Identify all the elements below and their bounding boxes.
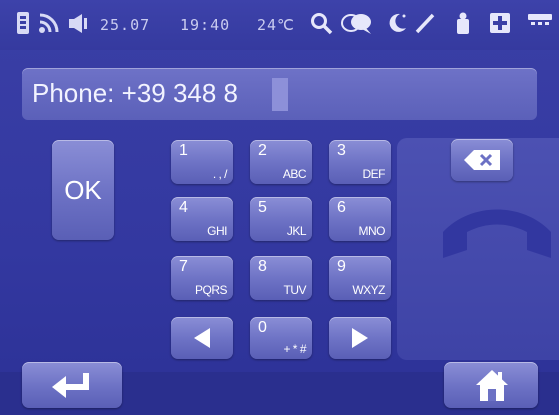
key-7-letters: PQRS: [194, 283, 228, 297]
return-icon: [52, 373, 89, 398]
key-8-letters: TUV: [283, 283, 307, 297]
key-0-letters: + * #: [283, 342, 306, 356]
key-5-number: 5: [258, 199, 267, 216]
status-time: 19:40: [180, 16, 231, 34]
key-9-letters: WXYZ: [352, 283, 385, 297]
key-2[interactable]: 2 ABC: [250, 140, 312, 184]
key-6-number: 6: [337, 199, 346, 216]
right-arrow-icon: [352, 328, 368, 348]
key-2-number: 2: [258, 142, 267, 159]
key-0-number: 0: [258, 319, 267, 336]
key-4[interactable]: 4 GHI: [171, 197, 233, 241]
phone-battery-icon[interactable]: [14, 10, 34, 36]
phone-handset-icon[interactable]: [435, 188, 559, 303]
key-6-letters: MNO: [358, 224, 386, 238]
key-8[interactable]: 8 TUV: [250, 256, 312, 300]
text-cursor: [272, 78, 288, 111]
backspace-icon: [464, 150, 500, 170]
ok-button[interactable]: OK: [52, 140, 114, 240]
key-1[interactable]: 1 . , /: [171, 140, 233, 184]
edit-icon[interactable]: [412, 10, 438, 36]
left-arrow-icon: [194, 328, 210, 348]
microphone-icon[interactable]: [452, 10, 474, 36]
key-9-number: 9: [337, 258, 346, 275]
ok-label: OK: [64, 175, 102, 205]
key-2-letters: ABC: [282, 167, 307, 181]
phone-number-display[interactable]: Phone: +39 348 8: [22, 68, 537, 120]
screen: 25.07 19:40 24℃ Phone: +39 348 8 OK 1 . …: [0, 0, 559, 415]
wifi-signal-icon[interactable]: [36, 10, 62, 36]
backspace-button[interactable]: [451, 139, 513, 181]
plus-icon[interactable]: [488, 10, 512, 36]
key-1-number: 1: [179, 142, 188, 159]
return-button[interactable]: [22, 362, 122, 408]
key-9[interactable]: 9 WXYZ: [329, 256, 391, 300]
speaker-icon[interactable]: [65, 10, 91, 36]
home-icon: [476, 370, 508, 401]
chat-icon[interactable]: [340, 10, 374, 36]
key-7-number: 7: [179, 258, 188, 275]
night-mode-icon[interactable]: [384, 10, 410, 36]
key-4-letters: GHI: [207, 224, 227, 238]
cursor-right-button[interactable]: [329, 317, 391, 359]
phone-number-text: Phone: +39 348 8: [32, 78, 239, 108]
cursor-left-button[interactable]: [171, 317, 233, 359]
status-date: 25.07: [100, 16, 151, 34]
search-icon[interactable]: [308, 10, 334, 36]
menu-icon[interactable]: [526, 10, 554, 36]
home-button[interactable]: [444, 362, 538, 408]
key-0[interactable]: 0 + * #: [250, 317, 312, 359]
key-7[interactable]: 7 PQRS: [171, 256, 233, 300]
key-5-letters: JKL: [286, 224, 307, 238]
key-1-letters: . , /: [212, 167, 228, 181]
key-8-number: 8: [258, 258, 267, 275]
key-3-number: 3: [337, 142, 346, 159]
key-3[interactable]: 3 DEF: [329, 140, 391, 184]
status-temperature: 24℃: [257, 16, 295, 34]
key-5[interactable]: 5 JKL: [250, 197, 312, 241]
key-6[interactable]: 6 MNO: [329, 197, 391, 241]
key-4-number: 4: [179, 199, 188, 216]
key-3-letters: DEF: [362, 167, 386, 181]
status-bar: 25.07 19:40 24℃: [0, 0, 559, 50]
